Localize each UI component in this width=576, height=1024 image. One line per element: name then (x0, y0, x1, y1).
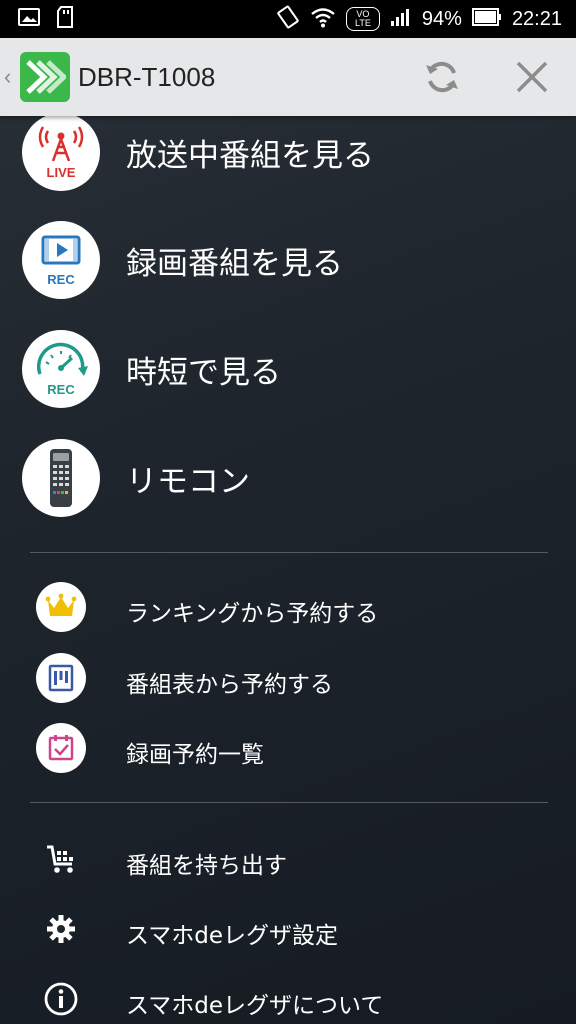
app-logo (20, 52, 70, 102)
back-chevron-icon[interactable]: ‹ (4, 64, 18, 90)
menu-item-label: ランキングから予約する (126, 601, 379, 627)
app-bar: ‹ DBR-T1008 (0, 38, 576, 116)
info-icon (42, 980, 80, 1018)
menu-item-time-saving[interactable]: REC 時短で見る (0, 315, 576, 423)
sd-card-icon (56, 6, 74, 32)
recorded-program-icon: REC (22, 221, 100, 299)
gear-icon (42, 910, 80, 948)
rec-icon-text: REC (47, 272, 75, 287)
crown-icon (36, 582, 86, 632)
cart-icon (42, 840, 80, 878)
menu-item-label: 番組表から予約する (126, 672, 333, 698)
live-broadcast-icon: LIVE (22, 116, 100, 191)
menu-item-reservation-list[interactable]: 録画予約一覧 (0, 713, 576, 783)
menu-item-label: スマホdeレグザについて (126, 993, 384, 1019)
menu-item-takeout[interactable]: 番組を持ち出す (0, 824, 576, 894)
live-icon-text: LIVE (47, 165, 76, 180)
close-icon (516, 61, 548, 93)
menu-item-label: リモコン (126, 464, 250, 500)
volte-badge: VO LTE (345, 7, 380, 31)
menu-item-label: 録画番組を見る (126, 246, 343, 282)
menu-item-live[interactable]: LIVE 放送中番組を見る (0, 116, 576, 206)
rec-icon-text: REC (47, 382, 75, 397)
refresh-icon (426, 61, 458, 93)
menu-item-about[interactable]: スマホdeレグザについて (0, 964, 576, 1024)
time-saving-icon: REC (22, 330, 100, 408)
remote-control-icon (22, 439, 100, 517)
menu-item-label: スマホdeレグザ設定 (126, 923, 339, 949)
battery-percent: 94% (421, 8, 462, 30)
clock: 22:21 (511, 8, 562, 30)
menu-item-guide-reserve[interactable]: 番組表から予約する (0, 643, 576, 713)
refresh-button[interactable] (420, 55, 464, 99)
close-button[interactable] (510, 55, 554, 99)
calendar-check-icon (36, 723, 86, 773)
menu-item-label: 放送中番組を見る (126, 138, 374, 174)
signal-icon (390, 7, 412, 31)
divider (30, 552, 548, 553)
menu-item-settings[interactable]: スマホdeレグザ設定 (0, 894, 576, 964)
rotate-icon (276, 5, 300, 33)
wifi-icon (310, 6, 336, 32)
program-guide-icon (36, 653, 86, 703)
image-notification-icon (18, 7, 40, 31)
menu-item-label: 番組を持ち出す (126, 853, 287, 879)
battery-icon (471, 8, 502, 30)
menu-item-remote[interactable]: リモコン (0, 424, 576, 532)
menu-list: LIVE 放送中番組を見る REC 録画番組を見る REC 時短で見る リモコン… (0, 116, 576, 1024)
menu-item-label: 時短で見る (126, 355, 281, 391)
menu-item-ranking-reserve[interactable]: ランキングから予約する (0, 572, 576, 642)
device-title: DBR-T1008 (78, 61, 216, 92)
menu-item-label: 録画予約一覧 (126, 742, 264, 768)
divider (30, 802, 548, 803)
status-bar: VO LTE 94% 22:21 (0, 0, 576, 38)
menu-item-recorded[interactable]: REC 録画番組を見る (0, 206, 576, 314)
